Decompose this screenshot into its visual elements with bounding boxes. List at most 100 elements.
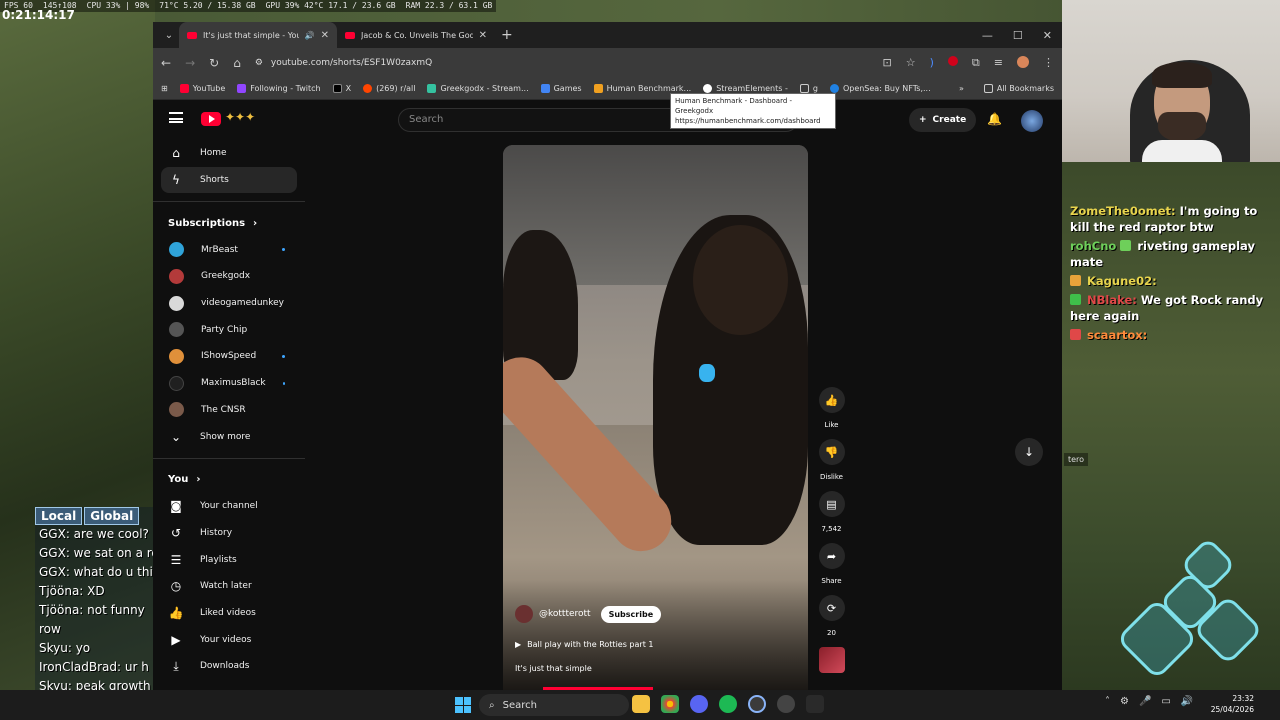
bookmark-greekgodx[interactable]: Greekgodx - Stream... <box>427 84 529 93</box>
create-button[interactable]: + Create <box>909 108 977 132</box>
bookmark-games[interactable]: Games <box>540 84 582 93</box>
subscribe-button[interactable]: Subscribe <box>600 605 662 623</box>
sound-thumbnail[interactable] <box>818 647 845 673</box>
tab-youtube-short[interactable]: It's just that simple - YouTube 🔊 ✕ <box>179 22 337 48</box>
sidebar-item-watch-later[interactable]: ◷ Watch later <box>153 573 305 600</box>
close-window-icon[interactable]: ✕ <box>1043 29 1052 42</box>
playlist-link[interactable]: ▶ Ball play with the Rotties part 1 <box>515 640 653 649</box>
chevron-right-icon[interactable]: » <box>959 84 964 93</box>
shorts-video-player[interactable]: @kottterott Subscribe ▶ Ball play with t… <box>503 145 808 690</box>
site-info-icon[interactable]: ⚙ <box>255 58 263 68</box>
sidebar-item-home[interactable]: ⌂ Home <box>153 140 305 167</box>
next-short-button[interactable]: ↓ <box>1015 438 1043 466</box>
notifications-bell-icon[interactable]: 🔔 <box>987 112 1002 126</box>
bookmark-twitch[interactable]: Following - Twitch <box>237 84 321 93</box>
sidebar-channel-videogamedunkey[interactable]: videogamedunkey <box>153 290 305 317</box>
all-bookmarks-button[interactable]: All Bookmarks <box>983 84 1054 93</box>
windows-start-icon[interactable] <box>455 697 471 713</box>
speaker-icon[interactable]: 🔊 <box>305 31 315 40</box>
opensea-icon <box>829 84 839 93</box>
benchmark-icon <box>593 84 603 93</box>
youtube-logo-icon[interactable] <box>201 112 221 126</box>
file-explorer-icon[interactable] <box>632 695 650 713</box>
youtube-doodle-icon[interactable]: ✦✦✦ <box>225 110 255 124</box>
network-icon[interactable]: ⚙ <box>1120 696 1129 707</box>
minimize-icon[interactable]: — <box>982 29 993 42</box>
channel-name[interactable]: @kottterott <box>539 609 591 619</box>
chat-tab-local[interactable]: Local <box>35 507 83 525</box>
remix-button[interactable]: ⟳ <box>818 595 845 621</box>
you-heading[interactable]: You › <box>153 467 305 493</box>
sidebar-channel-maximusblack[interactable]: MaximusBlack <box>153 370 305 397</box>
close-tab-icon[interactable]: ✕ <box>479 30 487 41</box>
subscriptions-heading[interactable]: Subscriptions › <box>153 210 305 236</box>
apps-grid-icon[interactable]: ⊞ <box>161 84 168 93</box>
extensions-puzzle-icon[interactable]: ⧉ <box>972 56 980 70</box>
sidebar-channel-ishowspeed[interactable]: IShowSpeed <box>153 343 305 370</box>
sidebar-item-downloads[interactable]: ⤓ Downloads <box>153 653 305 680</box>
tab-jacob-co[interactable]: Jacob & Co. Unveils The Godfather ✕ <box>337 22 495 48</box>
dislike-button[interactable]: 👎 <box>818 439 845 465</box>
youtube-page: Human Benchmark - Dashboard - Greekgodx … <box>153 93 1062 690</box>
tray-chevron-icon[interactable]: ˄ <box>1105 696 1110 707</box>
sidebar-item-history[interactable]: ↺ History <box>153 520 305 547</box>
chat-tab-global[interactable]: Global <box>84 507 140 525</box>
desktop-stream-scene: FPS 60 145↑108 CPU 33% | 98% 71°C 5.20 /… <box>0 0 1280 720</box>
profile-avatar-icon[interactable] <box>1017 56 1029 68</box>
extension-record-icon[interactable] <box>947 56 958 66</box>
steam-icon[interactable] <box>748 695 766 713</box>
like-button[interactable]: 👍 <box>818 387 845 413</box>
extension-audio-icon[interactable]: ) <box>930 56 934 70</box>
bookmark-reddit[interactable]: (269) r/all <box>363 84 415 93</box>
volume-icon[interactable]: 🔊 <box>1181 696 1193 707</box>
games-icon <box>540 84 550 93</box>
bookmark-folder-g[interactable]: g <box>799 84 818 93</box>
bookmark-human-benchmark[interactable]: Human Benchmark... <box>593 84 691 93</box>
browser-menu-icon[interactable]: ⋮ <box>1043 56 1054 70</box>
sidebar-item-your-channel[interactable]: ◙ Your channel <box>153 493 305 520</box>
media-controls-icon[interactable]: ≡ <box>994 56 1003 70</box>
close-tab-icon[interactable]: ✕ <box>321 30 329 41</box>
forward-icon[interactable]: → <box>185 56 195 70</box>
avatar <box>169 348 184 364</box>
avatar <box>169 375 184 391</box>
bookmark-opensea[interactable]: OpenSea: Buy NFTs,... <box>829 84 931 93</box>
new-tab-icon[interactable]: + <box>501 27 513 43</box>
sidebar-channel-the-cnsr[interactable]: The CNSR <box>153 397 305 424</box>
tab-search-button[interactable]: ⌄ <box>159 25 179 45</box>
sidebar-item-shorts[interactable]: ϟ Shorts <box>161 166 297 194</box>
show-more-button[interactable]: ⌄ Show more <box>153 423 305 450</box>
avatar[interactable] <box>515 605 533 623</box>
address-bar[interactable]: ⚙ youtube.com/shorts/ESF1W0zaxmQ <box>255 52 869 74</box>
back-icon[interactable]: ← <box>161 56 171 70</box>
taskbar-clock[interactable]: 23:32 25/04/2026 <box>1210 693 1254 715</box>
taskbar-search[interactable]: ⌕ Search <box>479 694 629 716</box>
discord-icon[interactable] <box>690 695 708 713</box>
plus-icon: + <box>919 115 927 125</box>
spotify-icon[interactable] <box>719 695 737 713</box>
obs-icon[interactable] <box>777 695 795 713</box>
comments-button[interactable]: ▤ <box>818 491 845 517</box>
bookmark-streamelements[interactable]: StreamElements - <box>703 84 788 93</box>
bookmark-x[interactable]: X <box>332 84 351 93</box>
sidebar-channel-greekgodx[interactable]: Greekgodx <box>153 263 305 290</box>
game-icon[interactable] <box>806 695 824 713</box>
game-chat-line: Tjööna: not funny <box>39 603 145 617</box>
bookmark-star-icon[interactable]: ☆ <box>906 56 916 70</box>
share-button[interactable]: ➦ <box>818 543 845 569</box>
install-app-icon[interactable]: ⊡ <box>883 56 892 70</box>
account-avatar[interactable] <box>1021 110 1043 132</box>
sidebar-item-your-videos[interactable]: ▶ Your videos <box>153 626 305 653</box>
hamburger-menu-icon[interactable] <box>169 112 183 123</box>
home-icon[interactable]: ⌂ <box>233 56 241 70</box>
reload-icon[interactable]: ↻ <box>209 56 219 70</box>
chrome-icon[interactable] <box>661 695 679 713</box>
sidebar-channel-mrbeast[interactable]: MrBeast <box>153 236 305 263</box>
display-icon[interactable]: ▭ <box>1161 696 1170 707</box>
sidebar-item-playlists[interactable]: ☰ Playlists <box>153 546 305 573</box>
maximize-icon[interactable]: ☐ <box>1013 29 1023 42</box>
bookmark-youtube[interactable]: YouTube <box>179 84 225 93</box>
sidebar-item-liked-videos[interactable]: 👍 Liked videos <box>153 600 305 627</box>
sidebar-channel-party-chip[interactable]: Party Chip <box>153 316 305 343</box>
microphone-icon[interactable]: 🎤 <box>1139 696 1151 707</box>
